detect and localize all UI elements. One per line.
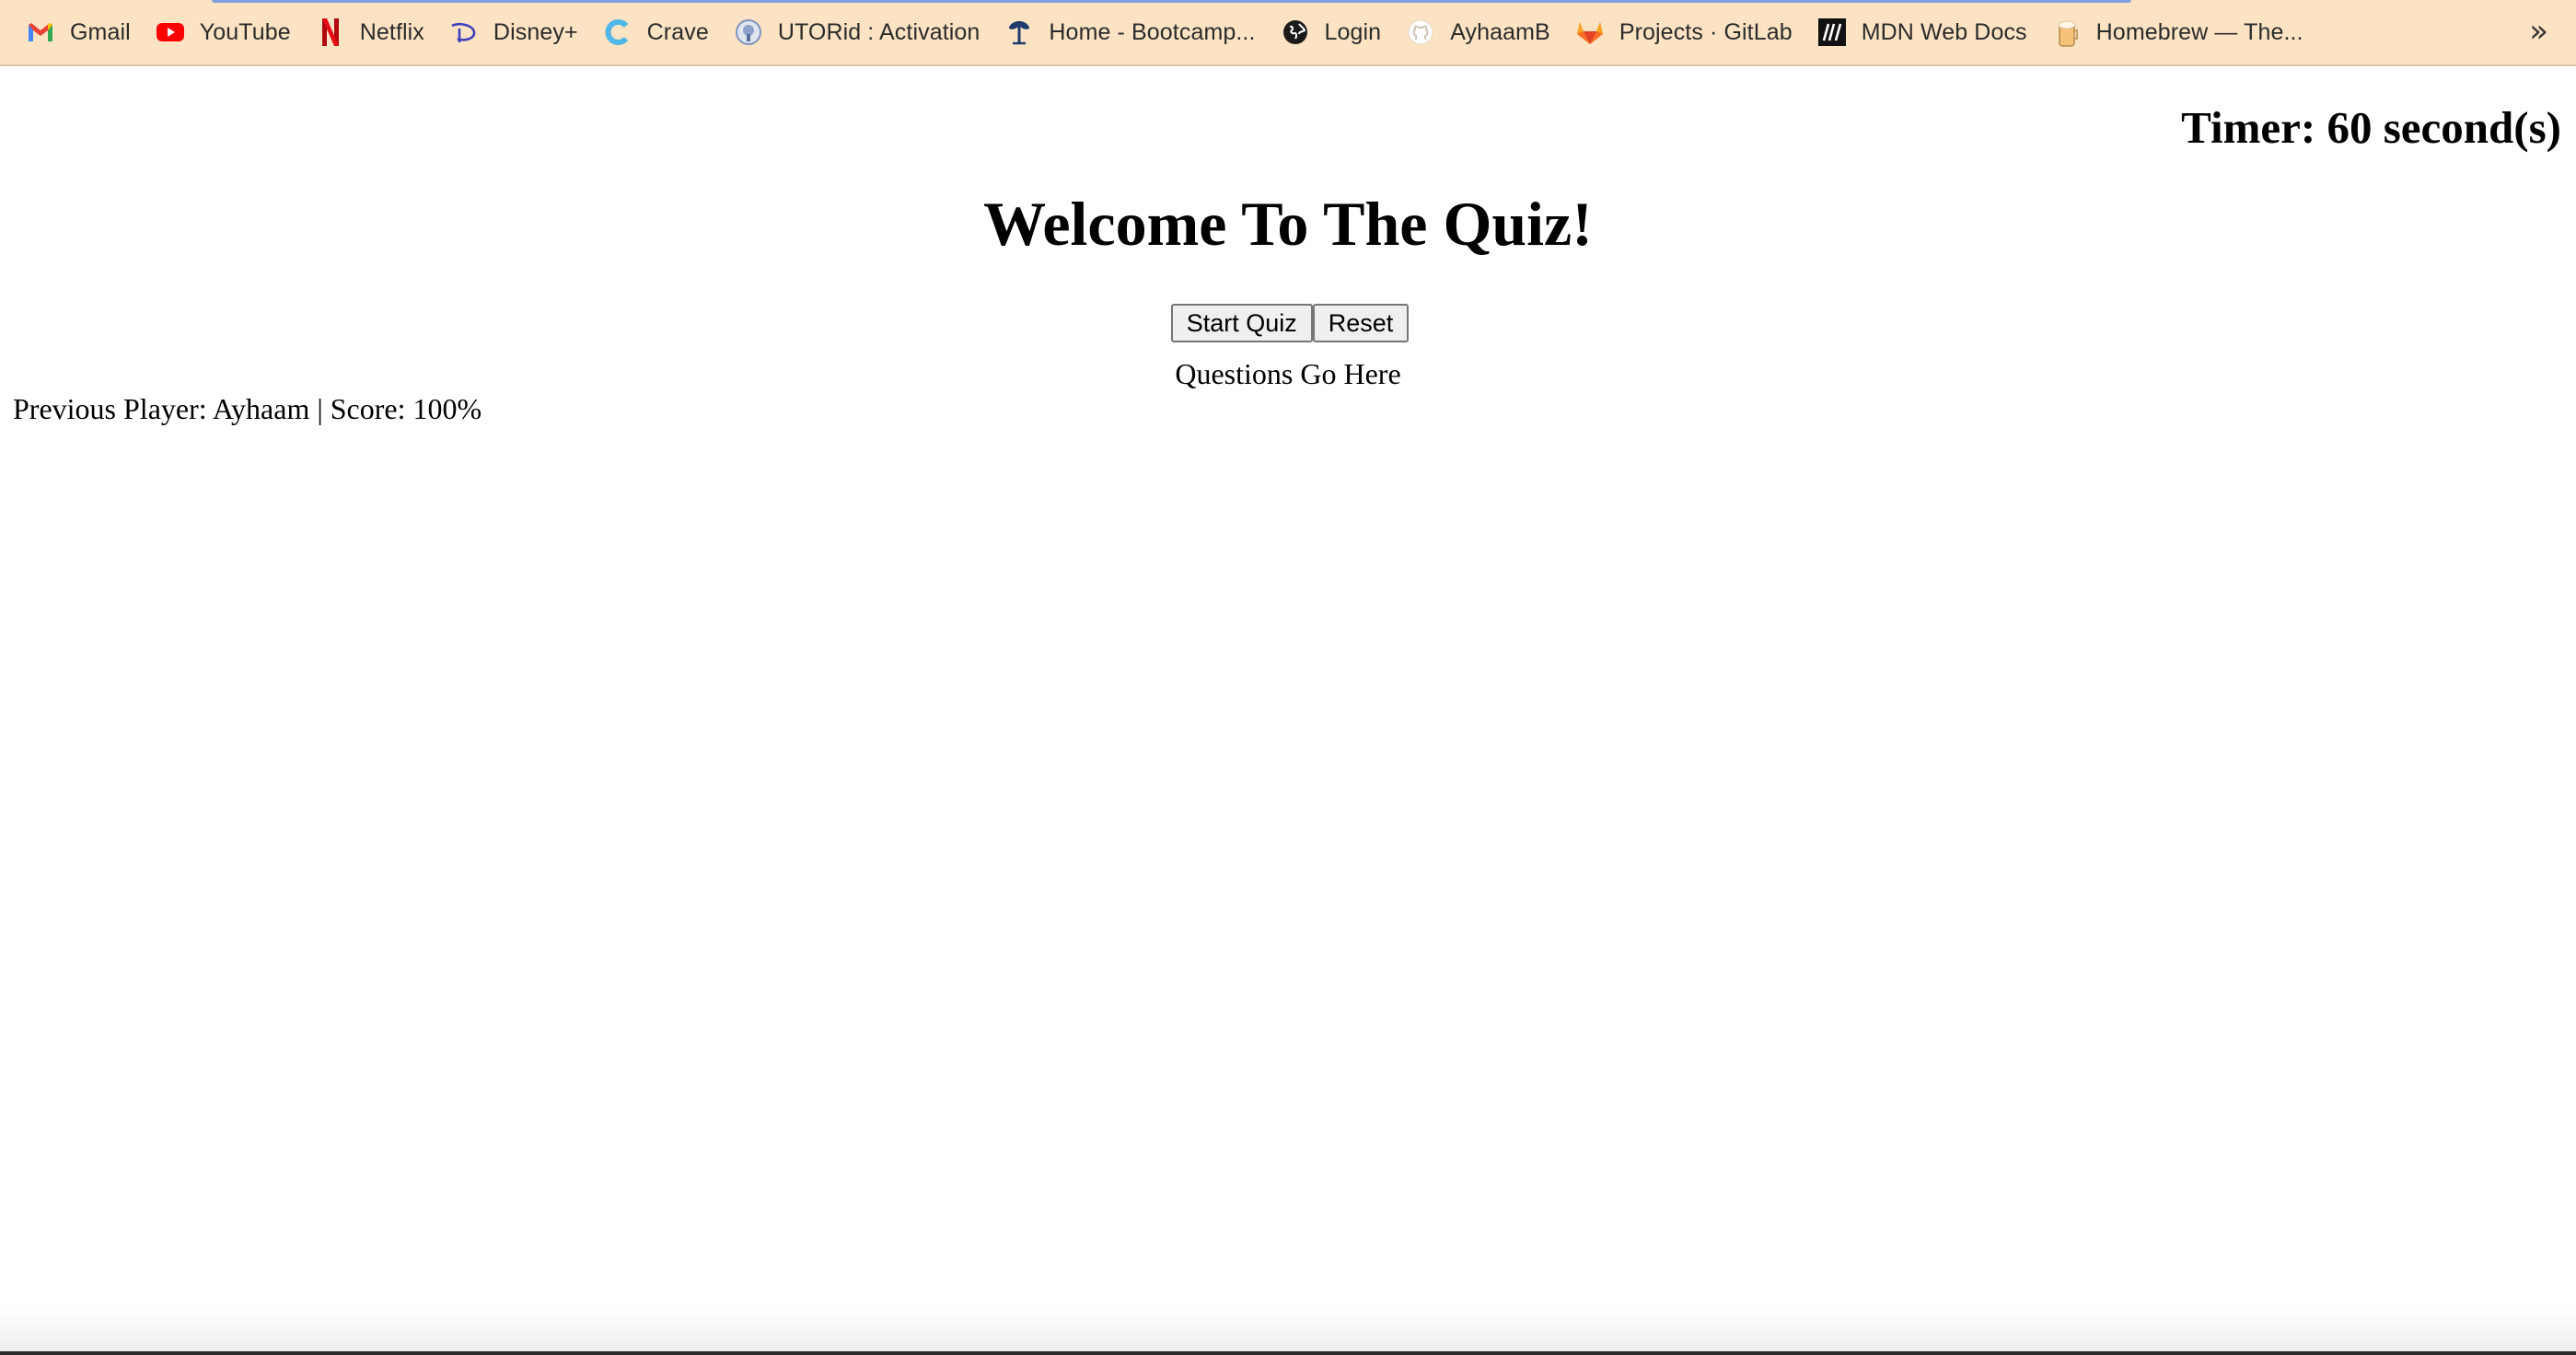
- button-row: Start Quiz Reset: [0, 304, 2576, 342]
- bookmark-utorid[interactable]: UTORid : Activation: [726, 8, 995, 56]
- netflix-icon: [316, 17, 345, 47]
- bookmark-label: Home - Bootcamp...: [1049, 18, 1256, 45]
- disney-plus-icon: [449, 17, 479, 47]
- start-quiz-button[interactable]: Start Quiz: [1170, 304, 1313, 342]
- page-title: Welcome To The Quiz!: [983, 189, 1593, 259]
- bookmarks-bar: Gmail YouTube Netflix Disney+ Crave UTOR…: [0, 0, 2576, 66]
- gmail-icon: [26, 17, 55, 47]
- bookmark-label: Projects · GitLab: [1619, 18, 1793, 45]
- bookmark-label: MDN Web Docs: [1861, 18, 2027, 45]
- bookmark-label: Gmail: [70, 18, 131, 45]
- bookmark-gitlab[interactable]: Projects · GitLab: [1568, 8, 1807, 56]
- bookmark-list: Gmail YouTube Netflix Disney+ Crave UTOR…: [18, 0, 2321, 64]
- bookmark-youtube[interactable]: YouTube: [148, 8, 306, 56]
- homebrew-icon: [2052, 17, 2082, 47]
- timer-display: Timer: 60 second(s): [2181, 102, 2561, 153]
- bookmark-crave[interactable]: Crave: [596, 8, 724, 56]
- github-icon: [1406, 17, 1435, 47]
- utoronto-icon: [734, 17, 763, 47]
- globe-icon: [1281, 17, 1310, 47]
- bookmark-label: Homebrew — The...: [2095, 18, 2303, 45]
- mdn-icon: [1817, 17, 1847, 47]
- bookmark-disney-plus[interactable]: Disney+: [442, 8, 593, 56]
- window-bottom-edge: [0, 1351, 2576, 1355]
- bookmark-label: Netflix: [359, 18, 424, 45]
- reset-button[interactable]: Reset: [1312, 304, 1410, 342]
- bookmark-mdn[interactable]: MDN Web Docs: [1810, 8, 2042, 56]
- bookmark-label: Crave: [646, 18, 709, 45]
- bookmark-label: Disney+: [493, 18, 578, 45]
- youtube-icon: [156, 17, 185, 47]
- bookmark-bootcamp[interactable]: Home - Bootcamp...: [997, 8, 1270, 56]
- window-bottom-shadow: [0, 1307, 2576, 1355]
- bookmarks-overflow-chevron-icon[interactable]: »: [2529, 11, 2548, 52]
- crave-icon: [603, 17, 632, 47]
- bookmark-label: YouTube: [199, 18, 291, 45]
- bookmark-gmail[interactable]: Gmail: [18, 8, 145, 56]
- bookmark-label: AyhaamB: [1450, 18, 1550, 45]
- quiz-page: Timer: 60 second(s) Welcome To The Quiz!…: [0, 66, 2576, 1355]
- bookmark-homebrew[interactable]: Homebrew — The...: [2045, 8, 2318, 56]
- bookmark-label: UTORid : Activation: [777, 18, 981, 45]
- questions-area: Questions Go Here: [1175, 357, 1401, 390]
- previous-player-score: Previous Player: Ayhaam | Score: 100%: [13, 392, 482, 425]
- bookmark-github[interactable]: AyhaamB: [1398, 8, 1565, 56]
- bookmark-login[interactable]: Login: [1273, 8, 1397, 56]
- bootcamp-tree-icon: [1004, 17, 1034, 47]
- gitlab-icon: [1575, 17, 1605, 47]
- bookmark-netflix[interactable]: Netflix: [308, 8, 439, 56]
- bookmark-label: Login: [1324, 18, 1382, 45]
